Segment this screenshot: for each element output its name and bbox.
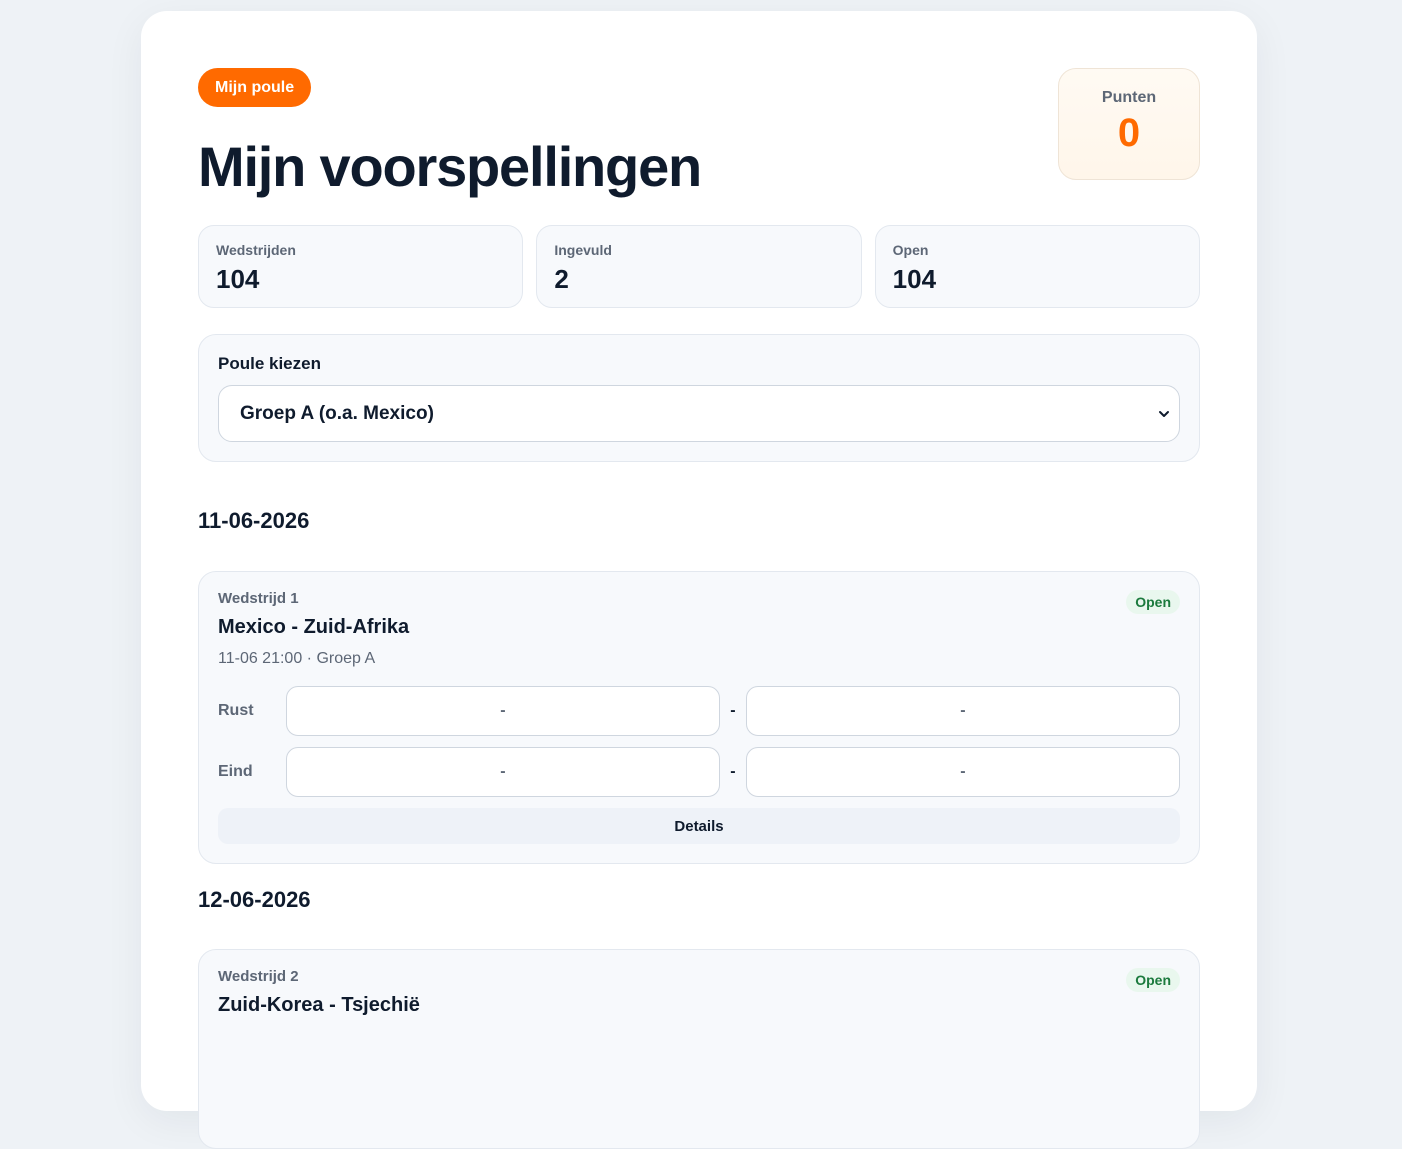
chevron-down-icon: [1159, 410, 1169, 417]
points-value: 0: [1117, 111, 1141, 155]
stat-value: 2: [554, 264, 569, 294]
match-teams: Mexico - Zuid-Afrika: [218, 616, 410, 638]
halftime-home-input[interactable]: -: [285, 686, 720, 736]
final-row: Eind - - -: [218, 747, 1180, 797]
status-badge: Open: [1126, 590, 1180, 614]
match-meta: 11-06 21:00 · Groep A: [218, 650, 376, 667]
pool-selector-label: Poule kiezen: [218, 354, 321, 373]
pool-select-value: Groep A (o.a. Mexico): [240, 402, 434, 424]
date-heading: 11-06-2026: [198, 508, 310, 533]
score-separator: -: [730, 702, 736, 719]
pool-badge: Mijn poule: [198, 68, 312, 107]
stat-value: 104: [216, 264, 260, 294]
final-away-input[interactable]: -: [745, 747, 1180, 797]
match-card: Wedstrijd 2 Zuid-Korea - Tsjechië Open: [198, 949, 1200, 1149]
date-heading: 12-06-2026: [198, 887, 311, 912]
match-number: Wedstrijd 1: [218, 590, 299, 607]
match-card: Wedstrijd 1 Mexico - Zuid-Afrika 11-06 2…: [198, 571, 1200, 864]
details-button[interactable]: Details: [218, 808, 1180, 844]
halftime-label: Rust: [218, 702, 254, 719]
points-label: Punten: [1101, 89, 1157, 106]
points-box: Punten 0: [1058, 68, 1200, 180]
score-separator: -: [730, 763, 736, 780]
final-home-input[interactable]: -: [285, 747, 720, 797]
pool-selector-panel: Poule kiezen Groep A (o.a. Mexico): [198, 334, 1200, 462]
stat-value: 104: [892, 264, 937, 294]
halftime-away-input[interactable]: -: [745, 686, 1180, 736]
halftime-row: Rust - - -: [218, 686, 1180, 736]
stat-filled: Ingevuld 2: [536, 225, 862, 308]
stat-label: Ingevuld: [554, 242, 612, 258]
page-title: Mijn voorspellingen: [198, 135, 702, 198]
stat-label: Wedstrijden: [216, 242, 296, 258]
final-label: Eind: [218, 763, 253, 780]
stats-row: Wedstrijden 104 Ingevuld 2 Open 104: [198, 225, 1200, 308]
stat-matches: Wedstrijden 104: [198, 225, 524, 308]
main-card: Mijn poule Mijn voorspellingen Punten 0 …: [141, 11, 1257, 1149]
pool-select[interactable]: Groep A (o.a. Mexico): [218, 385, 1180, 442]
match-teams: Zuid-Korea - Tsjechië: [218, 994, 420, 1016]
stat-label: Open: [892, 242, 929, 258]
status-badge: Open: [1126, 968, 1180, 992]
stat-open: Open 104: [874, 225, 1200, 308]
match-number: Wedstrijd 2: [218, 968, 299, 985]
